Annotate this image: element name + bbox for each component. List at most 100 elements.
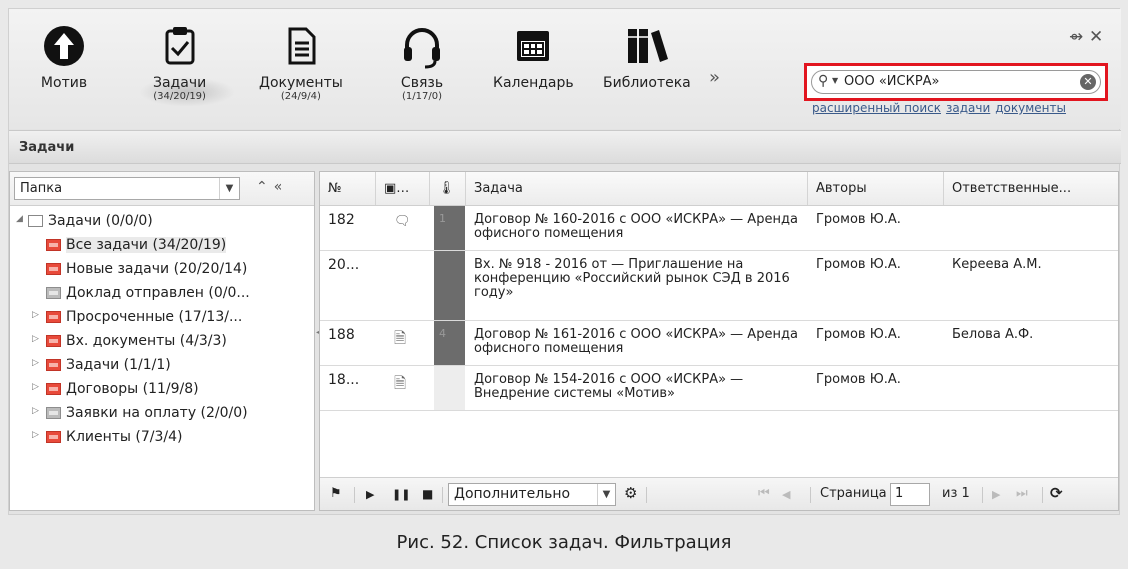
clipboard-check-icon bbox=[165, 27, 195, 65]
type-column-icon: ▣ bbox=[384, 181, 397, 196]
communication-count: (1/17/0) bbox=[402, 91, 442, 102]
collapsed-arrow-icon[interactable]: ▷ bbox=[32, 358, 39, 368]
gear-icon[interactable]: ⚙ bbox=[624, 484, 637, 502]
tree-item-label: Доклад отправлен (0/0... bbox=[66, 285, 250, 301]
collapse-up-icon[interactable]: ⌃ bbox=[256, 179, 274, 195]
search-icon[interactable]: ⚲ bbox=[818, 73, 828, 89]
row-task: Договор № 154-2016 с ООО «ИСКРА» — Внедр… bbox=[474, 372, 744, 401]
flag-icon[interactable]: ⚑ bbox=[330, 486, 342, 501]
separator bbox=[810, 487, 811, 503]
headset-icon bbox=[404, 28, 440, 69]
page-number-input[interactable]: 1 bbox=[890, 483, 930, 506]
close-icon[interactable]: ✕ bbox=[1089, 27, 1103, 47]
collapsed-arrow-icon[interactable]: ▷ bbox=[32, 334, 39, 344]
tasks-label: Задачи bbox=[153, 75, 207, 91]
first-page-icon[interactable]: ⏮ bbox=[758, 486, 770, 501]
folder-panel-tools: ⌃« bbox=[256, 179, 288, 195]
table-row[interactable]: 20... Вх. № 918 - 2016 от — Приглашение … bbox=[320, 251, 1118, 321]
expanded-arrow-icon[interactable]: ◢ bbox=[16, 214, 23, 224]
tree-item[interactable]: Новые задачи (20/20/14) bbox=[10, 258, 314, 282]
folder-icon bbox=[46, 383, 61, 395]
separator bbox=[354, 487, 355, 503]
document-icon: 🗎 bbox=[394, 374, 407, 392]
documents-icon bbox=[288, 27, 316, 65]
documents-button[interactable]: Документы (24/9/4) bbox=[259, 21, 343, 102]
tree-item-label: Клиенты (7/3/4) bbox=[66, 429, 183, 445]
folder-panel-header: Папка ▼ ⌃« bbox=[10, 172, 314, 206]
col-task-header[interactable]: Задача bbox=[466, 172, 808, 205]
chevron-down-icon[interactable]: ▼ bbox=[597, 484, 615, 505]
advanced-search-link[interactable]: расширенный поиск bbox=[812, 101, 941, 115]
folder-icon bbox=[46, 263, 61, 275]
document-icon: 🗎 bbox=[394, 329, 407, 347]
col-type-header[interactable]: ▣… bbox=[376, 172, 430, 205]
main-toolbar: Мотив Задачи (34/20/19) Документы (24/9/… bbox=[9, 9, 1121, 129]
more-chevron-icon[interactable]: » bbox=[709, 67, 720, 88]
table-row[interactable]: 188 🗎 4 Договор № 161-2016 с ООО «ИСКРА»… bbox=[320, 321, 1118, 366]
app-window: Мотив Задачи (34/20/19) Документы (24/9/… bbox=[8, 8, 1121, 515]
search-tasks-link[interactable]: задачи bbox=[946, 101, 990, 115]
play-icon[interactable]: ▶ bbox=[366, 488, 374, 501]
tasks-count: (34/20/19) bbox=[153, 91, 206, 102]
page-label: Страница bbox=[820, 486, 887, 501]
calendar-icon bbox=[517, 31, 550, 61]
stop-icon[interactable]: ■ bbox=[422, 487, 433, 501]
tree-item[interactable]: ▷ Вх. документы (4/3/3) bbox=[10, 330, 314, 354]
table-row[interactable]: 18... 🗎 Договор № 154-2016 с ООО «ИСКРА»… bbox=[320, 366, 1118, 411]
next-page-icon[interactable]: ▶ bbox=[992, 488, 1000, 501]
col-num-header[interactable]: № bbox=[320, 172, 376, 205]
tree-item[interactable]: ▷ Задачи (1/1/1) bbox=[10, 354, 314, 378]
search-highlight: ⚲ ▼ ООО «ИСКРА» ✕ bbox=[804, 63, 1108, 101]
tree-item[interactable]: Все задачи (34/20/19) bbox=[10, 234, 314, 258]
folder-tree: ◢ Задачи (0/0/0) Все задачи (34/20/19) Н… bbox=[10, 210, 314, 450]
clear-icon[interactable]: ✕ bbox=[1080, 74, 1096, 90]
row-responsible bbox=[944, 206, 1118, 218]
tasks-grid: № ▣… 🌡 Задача Авторы Ответственные... 18… bbox=[319, 171, 1119, 511]
tasks-button[interactable]: Задачи (34/20/19) bbox=[139, 21, 235, 107]
refresh-icon[interactable]: ⟳ bbox=[1050, 484, 1063, 502]
col-responsible-header[interactable]: Ответственные... bbox=[944, 172, 1118, 205]
calendar-button[interactable]: Календарь bbox=[493, 21, 574, 91]
search-documents-link[interactable]: документы bbox=[995, 101, 1066, 115]
separator bbox=[442, 487, 443, 503]
collapsed-arrow-icon[interactable]: ▷ bbox=[32, 430, 39, 440]
books-icon bbox=[627, 29, 668, 63]
tree-item[interactable]: ▷ Заявки на оплату (2/0/0) bbox=[10, 402, 314, 426]
search-dropdown-icon[interactable]: ▼ bbox=[832, 76, 838, 85]
priority-cell bbox=[434, 366, 465, 410]
tree-item[interactable]: Доклад отправлен (0/0... bbox=[10, 282, 314, 306]
collapsed-arrow-icon[interactable]: ▷ bbox=[32, 406, 39, 416]
library-button[interactable]: Библиотека bbox=[603, 21, 691, 91]
pause-icon[interactable]: ❚❚ bbox=[392, 488, 410, 501]
pin-icon[interactable]: ⇴ bbox=[1069, 27, 1083, 47]
section-title: Задачи bbox=[9, 130, 1121, 164]
tree-item-label: Заявки на оплату (2/0/0) bbox=[66, 405, 248, 421]
row-task: Договор № 160-2016 с ООО «ИСКРА» — Аренд… bbox=[474, 212, 798, 241]
prev-page-icon[interactable]: ◀ bbox=[782, 488, 790, 501]
folder-select[interactable]: Папка ▼ bbox=[14, 177, 240, 200]
last-page-icon[interactable]: ⏭ bbox=[1016, 486, 1028, 501]
col-type-ellipsis: … bbox=[396, 181, 410, 196]
tree-item[interactable]: ▷ Просроченные (17/13/... bbox=[10, 306, 314, 330]
communication-button[interactable]: Связь (1/17/0) bbox=[397, 21, 447, 102]
folder-icon bbox=[46, 239, 61, 251]
table-row[interactable]: 182 🗨 1 Договор № 160-2016 с ООО «ИСКРА»… bbox=[320, 206, 1118, 251]
additional-select[interactable]: Дополнительно ▼ bbox=[448, 483, 616, 506]
tree-item-label: Задачи (0/0/0) bbox=[48, 213, 153, 229]
collapsed-arrow-icon[interactable]: ▷ bbox=[32, 382, 39, 392]
tree-item[interactable]: ▷ Клиенты (7/3/4) bbox=[10, 426, 314, 450]
separator bbox=[982, 487, 983, 503]
chevron-down-icon[interactable]: ▼ bbox=[219, 178, 239, 199]
tree-item[interactable]: ◢ Задачи (0/0/0) bbox=[10, 210, 314, 234]
tree-item-label: Все задачи (34/20/19) bbox=[66, 237, 227, 253]
folder-icon bbox=[46, 287, 61, 299]
col-priority-header[interactable]: 🌡 bbox=[430, 172, 466, 205]
folder-icon bbox=[46, 359, 61, 371]
tree-item[interactable]: ▷ Договоры (11/9/8) bbox=[10, 378, 314, 402]
search-input[interactable]: ⚲ ▼ ООО «ИСКРА» ✕ bbox=[811, 70, 1101, 94]
row-author: Громов Ю.А. bbox=[816, 212, 901, 227]
collapse-left-icon[interactable]: « bbox=[274, 179, 289, 195]
motiv-button[interactable]: Мотив bbox=[39, 21, 89, 91]
col-authors-header[interactable]: Авторы bbox=[808, 172, 944, 205]
collapsed-arrow-icon[interactable]: ▷ bbox=[32, 310, 39, 320]
